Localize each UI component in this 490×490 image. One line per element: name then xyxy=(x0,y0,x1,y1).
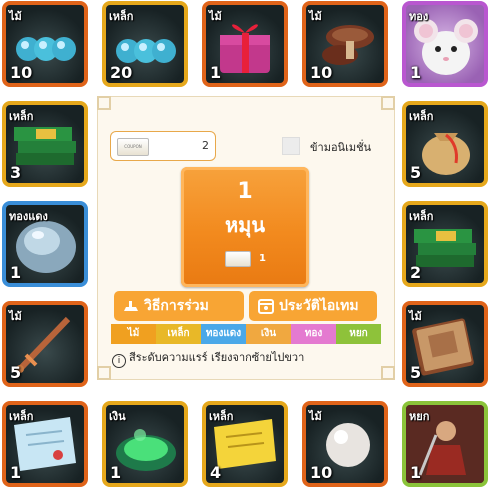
reward-tile: เหล็ก 4 xyxy=(202,401,288,487)
coupon-balance: COUPON 2 xyxy=(110,131,216,161)
rarity-note-text: สีระดับความแรร์ เรียงจากซ้ายไปขวา xyxy=(129,351,305,364)
item-count: 10 xyxy=(310,63,333,82)
tier-label: ไม้ xyxy=(309,10,322,23)
item-count: 4 xyxy=(210,463,222,482)
rarity-wood: ไม้ xyxy=(111,324,156,344)
calendar-icon xyxy=(258,299,274,314)
how-to-join-button[interactable]: วิธีการร่วม xyxy=(114,291,244,321)
skip-animation-checkbox[interactable] xyxy=(282,137,300,155)
reward-tile: ทอง 1 xyxy=(402,1,488,87)
gacha-panel: COUPON 2 ข้ามอนิเมชั่น 1 หมุน 1 วิธีการร… xyxy=(97,96,395,380)
tier-label: ทองแดง xyxy=(9,210,48,223)
tier-label: หยก xyxy=(409,410,430,423)
item-count: 10 xyxy=(310,463,333,482)
reward-tile: หยก 1 xyxy=(402,401,488,487)
item-count: 5 xyxy=(10,363,22,382)
spin-cost: 1 xyxy=(259,253,266,264)
rarity-bronze: ทองแดง xyxy=(201,324,246,344)
tier-label: เหล็ก xyxy=(109,10,134,23)
info-icon: i xyxy=(112,354,126,368)
item-count: 5 xyxy=(410,163,422,182)
item-count: 1 xyxy=(10,263,22,282)
tier-label: เหล็ก xyxy=(409,110,434,123)
hand-icon xyxy=(124,301,138,311)
reward-tile: ไม้ 5 xyxy=(2,301,88,387)
tier-label: เหล็ก xyxy=(209,410,234,423)
panel-corner xyxy=(381,96,395,110)
panel-corner xyxy=(97,366,111,380)
rarity-gold: ทอง xyxy=(291,324,336,344)
rarity-jade: หยก xyxy=(336,324,381,344)
reward-tile: เหล็ก 2 xyxy=(402,201,488,287)
item-history-label: ประวัติไอเทม xyxy=(279,298,359,314)
item-history-button[interactable]: ประวัติไอเทม xyxy=(249,291,377,321)
tier-label: เหล็ก xyxy=(9,410,34,423)
rarity-iron: เหล็ก xyxy=(156,324,201,344)
skip-animation-label[interactable]: ข้ามอนิเมชั่น xyxy=(310,138,371,156)
panel-corner xyxy=(381,366,395,380)
reward-tile: เหล็ก 5 xyxy=(402,101,488,187)
item-count: 1 xyxy=(210,63,222,82)
spin-count: 1 xyxy=(237,179,253,204)
reward-tile: เงิน 1 xyxy=(102,401,188,487)
item-count: 3 xyxy=(10,163,22,182)
coupon-count: 2 xyxy=(202,139,209,152)
rarity-note: i สีระดับความแรร์ เรียงจากซ้ายไปขวา xyxy=(112,348,304,368)
spin-button[interactable]: 1 หมุน 1 xyxy=(181,167,309,287)
tier-label: เหล็ก xyxy=(409,210,434,223)
item-count: 1 xyxy=(10,463,22,482)
reward-tile: เหล็ก 20 xyxy=(102,1,188,87)
tier-label: ไม้ xyxy=(409,310,422,323)
tier-label: ไม้ xyxy=(309,410,322,423)
reward-tile: ไม้ 5 xyxy=(402,301,488,387)
tier-label: เหล็ก xyxy=(9,110,34,123)
rarity-legend: ไม้ เหล็ก ทองแดง เงิน ทอง หยก xyxy=(111,324,381,344)
reward-tile: ทองแดง 1 xyxy=(2,201,88,287)
tier-label: ทอง xyxy=(409,10,429,23)
item-count: 5 xyxy=(410,363,422,382)
rarity-silver: เงิน xyxy=(246,324,291,344)
item-count: 20 xyxy=(110,63,133,82)
item-count: 10 xyxy=(10,63,33,82)
reward-tile: ไม้ 10 xyxy=(2,1,88,87)
tier-label: ไม้ xyxy=(9,10,22,23)
reward-tile: ไม้ 10 xyxy=(302,401,388,487)
coupon-icon xyxy=(225,251,251,267)
how-to-join-label: วิธีการร่วม xyxy=(144,298,209,314)
tier-label: เงิน xyxy=(109,410,126,423)
item-count: 1 xyxy=(410,463,422,482)
item-count: 2 xyxy=(410,263,422,282)
panel-corner xyxy=(97,96,111,110)
item-count: 1 xyxy=(110,463,122,482)
item-count: 1 xyxy=(410,63,422,82)
tier-label: ไม้ xyxy=(9,310,22,323)
reward-tile: เหล็ก 1 xyxy=(2,401,88,487)
reward-tile: เหล็ก 3 xyxy=(2,101,88,187)
reward-tile: ไม้ 1 xyxy=(202,1,288,87)
coupon-icon: COUPON xyxy=(117,138,149,156)
tier-label: ไม้ xyxy=(209,10,222,23)
spin-label: หมุน xyxy=(224,213,266,237)
reward-tile: ไม้ 10 xyxy=(302,1,388,87)
